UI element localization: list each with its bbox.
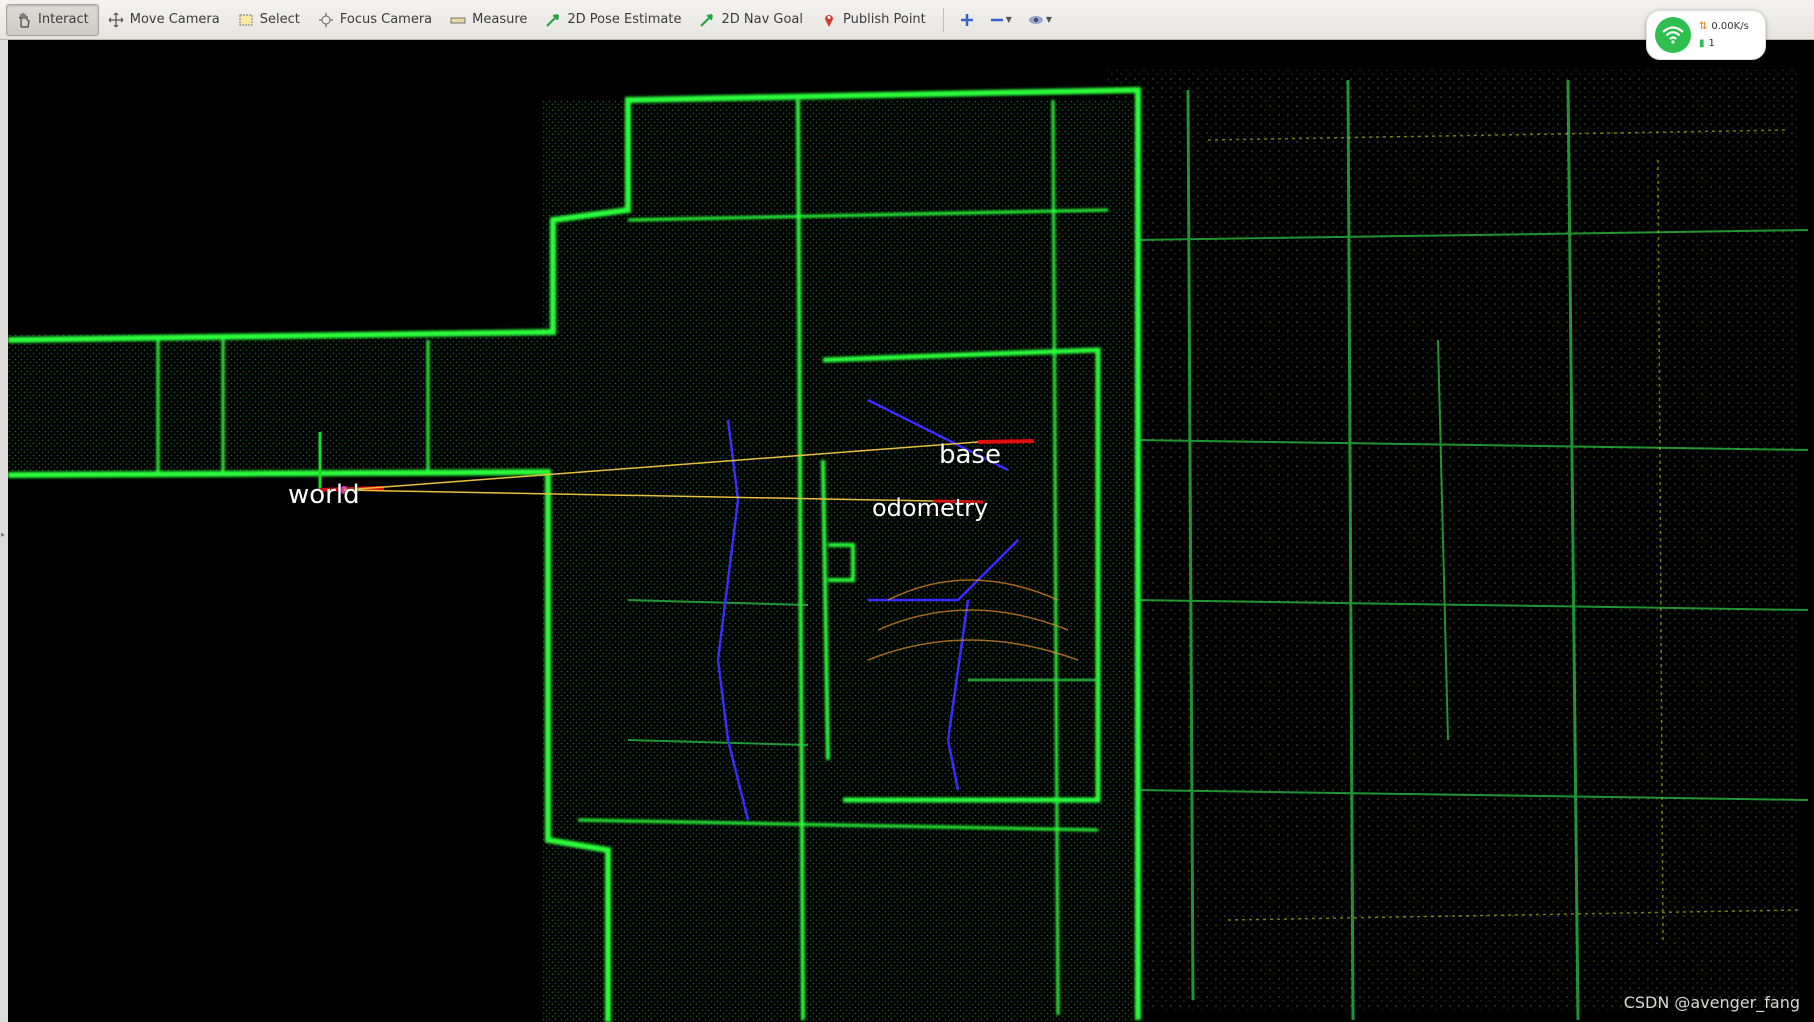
far-point-region (1108, 70, 1798, 1010)
publish-point-tool-button[interactable]: Publish Point (812, 4, 935, 36)
nav-goal-tool-button[interactable]: 2D Nav Goal (690, 4, 812, 36)
select-box-icon (239, 14, 253, 25)
network-speed-widget[interactable]: ⇅ 0.00K/s ▮ 1 (1646, 10, 1766, 60)
add-tool-button[interactable] (952, 4, 982, 36)
world-frame-label: world (288, 480, 360, 510)
view-options-button[interactable]: ▼ (1020, 4, 1060, 36)
green-arrow-icon (546, 13, 560, 27)
network-stats: ⇅ 0.00K/s ▮ 1 (1699, 18, 1749, 52)
pose-estimate-tool-button[interactable]: 2D Pose Estimate (536, 4, 690, 36)
nav-goal-tool-label: 2D Nav Goal (721, 12, 804, 27)
select-tool-button[interactable]: Select (229, 4, 309, 36)
focus-camera-tool-label: Focus Camera (339, 12, 433, 27)
green-arrow-icon (700, 13, 714, 27)
publish-point-tool-label: Publish Point (843, 12, 926, 27)
remove-tool-button[interactable]: ▼ (982, 4, 1020, 36)
measure-tool-label: Measure (472, 12, 528, 27)
point-cloud-map (8, 70, 1809, 1022)
network-speed-value: 0.00K/s (1711, 21, 1749, 32)
toolbar-separator (942, 7, 944, 32)
chevron-down-icon: ▼ (1005, 15, 1012, 24)
move-camera-tool-label: Move Camera (129, 12, 220, 27)
map-pin-icon (825, 14, 834, 27)
remove-tool-icon (990, 18, 1003, 21)
add-tool-icon (960, 13, 973, 26)
odometry-frame-label: odometry (872, 494, 989, 522)
chevron-down-icon: ▼ (1045, 15, 1053, 24)
select-tool-label: Select (259, 12, 300, 27)
move-camera-tool-button[interactable]: Move Camera (99, 4, 229, 36)
3d-render-viewport[interactable]: world base odometry CSDN @avenger_fang (8, 40, 1814, 1022)
wifi-icon (1655, 17, 1691, 53)
transfer-arrows-icon: ⇅ (1699, 21, 1708, 32)
base-frame-label: base (939, 440, 1001, 470)
interact-tool-button[interactable]: Interact (6, 3, 99, 36)
measure-tool-button[interactable]: Measure (441, 4, 536, 36)
network-count-value: 1 (1708, 38, 1715, 49)
focus-camera-tool-button[interactable]: Focus Camera (309, 4, 441, 36)
ruler-icon (450, 17, 466, 23)
view-options-icon (1028, 15, 1043, 24)
left-corridor-region (8, 335, 568, 475)
watermark-text: CSDN @avenger_fang (1623, 993, 1800, 1012)
rviz-toolbar: Interact Move Camera Select Focus Camera… (0, 0, 1814, 40)
pose-estimate-tool-label: 2D Pose Estimate (567, 12, 682, 27)
hand-icon (18, 12, 30, 28)
move-camera-icon (108, 12, 124, 27)
focus-camera-icon (318, 12, 333, 27)
device-icon: ▮ (1699, 38, 1705, 49)
interact-tool-label: Interact (38, 12, 89, 27)
collapse-arrow-icon: ▸ (1, 530, 6, 539)
